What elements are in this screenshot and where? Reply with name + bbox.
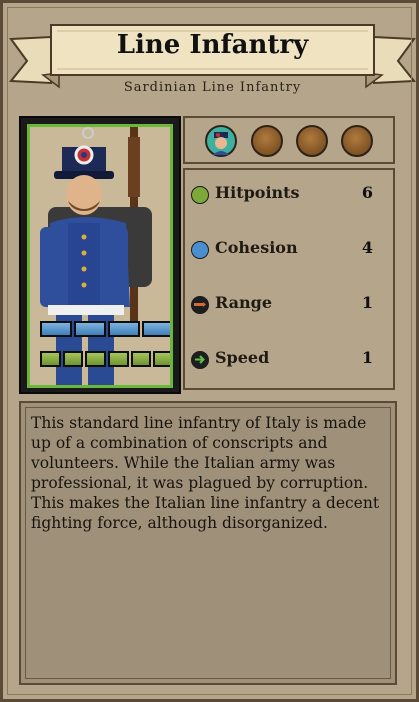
hitpoint-segment xyxy=(62,351,84,367)
empty-trait-slot-icon[interactable] xyxy=(251,125,283,157)
cohesion-segment xyxy=(142,321,170,337)
hitpoint-segment xyxy=(153,351,170,367)
stat-value: 6 xyxy=(361,183,373,202)
stat-value: 4 xyxy=(361,238,373,257)
soldier-illustration xyxy=(30,127,170,385)
stat-label: Range xyxy=(215,293,273,312)
stat-label: Hitpoints xyxy=(215,183,300,202)
hitpoint-segment xyxy=(108,351,129,367)
speed-icon xyxy=(191,351,209,369)
trait-slots xyxy=(183,116,395,164)
unit-name: Line Infantry xyxy=(116,30,309,60)
range-icon xyxy=(191,296,209,314)
cohesion-segment xyxy=(74,321,106,337)
stat-label: Speed xyxy=(215,348,270,367)
hitpoint-segment xyxy=(85,351,107,367)
stat-value: 1 xyxy=(361,348,373,367)
cohesion-icon xyxy=(191,241,209,259)
stat-hitpoints: Hitpoints 6 xyxy=(185,177,393,217)
stats-panel: Hitpoints 6 Cohesion 4 Range 1 Speed 1 xyxy=(183,168,395,390)
cohesion-bars xyxy=(40,321,170,337)
stat-speed: Speed 1 xyxy=(185,342,393,382)
empty-trait-slot-icon[interactable] xyxy=(341,125,373,157)
stat-label: Cohesion xyxy=(215,238,298,257)
unit-subtitle: Sardinian Line Infantry xyxy=(123,80,302,95)
unit-card: Line Infantry Sardinian Line Infantry Hi… xyxy=(0,0,419,702)
empty-trait-slot-icon[interactable] xyxy=(296,125,328,157)
hitpoint-segment xyxy=(40,351,61,367)
unit-portrait-frame xyxy=(19,116,181,394)
cohesion-segment xyxy=(40,321,72,337)
stat-cohesion: Cohesion 4 xyxy=(185,232,393,272)
hitpoints-icon xyxy=(191,186,209,204)
unit-description: This standard line infantry of Italy is … xyxy=(31,414,380,532)
description-panel: This standard line infantry of Italy is … xyxy=(19,401,397,685)
cohesion-segment xyxy=(108,321,140,337)
stat-value: 1 xyxy=(361,293,373,312)
stat-range: Range 1 xyxy=(185,287,393,327)
hitpoint-bars xyxy=(40,351,170,367)
italian-officer-trait-icon[interactable] xyxy=(205,125,237,157)
unit-portrait xyxy=(27,124,173,388)
hitpoint-segment xyxy=(130,351,152,367)
